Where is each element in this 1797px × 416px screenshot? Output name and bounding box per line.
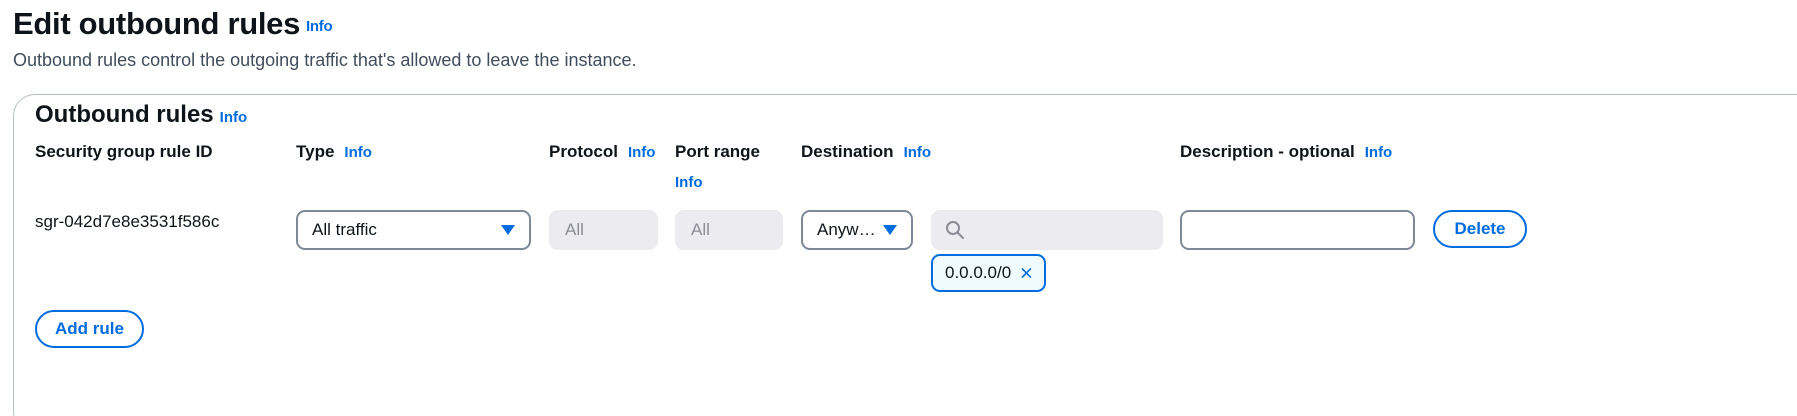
destination-type-value: Anyw… (817, 220, 876, 239)
protocol-field: All (549, 210, 658, 250)
delete-button[interactable]: Delete (1433, 210, 1527, 248)
col-header-rule-id: Security group rule ID (35, 142, 213, 161)
destination-search-input[interactable] (931, 210, 1163, 250)
page-description: Outbound rules control the outgoing traf… (13, 50, 637, 70)
section-info-link[interactable]: Info (220, 109, 248, 126)
port-range-value: All (691, 220, 710, 239)
rule-id: sgr-042d7e8e3531f586c (35, 212, 220, 231)
caret-down-icon (501, 225, 515, 235)
protocol-info-link[interactable]: Info (628, 144, 656, 161)
destination-info-link[interactable]: Info (904, 144, 932, 161)
page-title-info-link[interactable]: Info (306, 18, 333, 35)
add-rule-button[interactable]: Add rule (35, 310, 144, 348)
col-header-destination-text: Destination (801, 142, 894, 161)
col-header-destination: Destination Info (801, 142, 931, 162)
col-header-protocol-text: Protocol (549, 142, 618, 161)
caret-down-icon (883, 225, 897, 235)
protocol-value: All (565, 220, 584, 239)
destination-type-select[interactable]: Anyw… (801, 210, 913, 250)
col-header-description-text: Description - optional (1180, 142, 1355, 161)
description-info-link[interactable]: Info (1365, 144, 1393, 161)
destination-token: 0.0.0.0/0 (931, 254, 1046, 292)
close-icon[interactable] (1021, 265, 1032, 281)
col-header-type-text: Type (296, 142, 335, 161)
col-header-protocol: Protocol Info (549, 142, 655, 162)
search-icon (946, 221, 964, 239)
col-header-description: Description - optional Info (1180, 142, 1392, 162)
col-header-type: Type Info (296, 142, 372, 162)
col-header-port-range: Port range (675, 142, 761, 161)
type-select[interactable]: All traffic (296, 210, 531, 250)
port-range-info-link[interactable]: Info (675, 174, 703, 191)
description-input[interactable] (1180, 210, 1415, 250)
destination-token-label: 0.0.0.0/0 (945, 263, 1012, 282)
section-title: Outbound rules Info (35, 101, 247, 129)
type-select-value: All traffic (312, 220, 377, 239)
page-title: Edit outbound rules Info (13, 6, 333, 42)
outbound-rules-panel: Outbound rules Info Security group rule I… (13, 94, 1797, 416)
page-title-text: Edit outbound rules (13, 6, 301, 41)
type-info-link[interactable]: Info (344, 144, 372, 161)
section-title-text: Outbound rules (35, 101, 214, 128)
port-range-field: All (675, 210, 783, 250)
